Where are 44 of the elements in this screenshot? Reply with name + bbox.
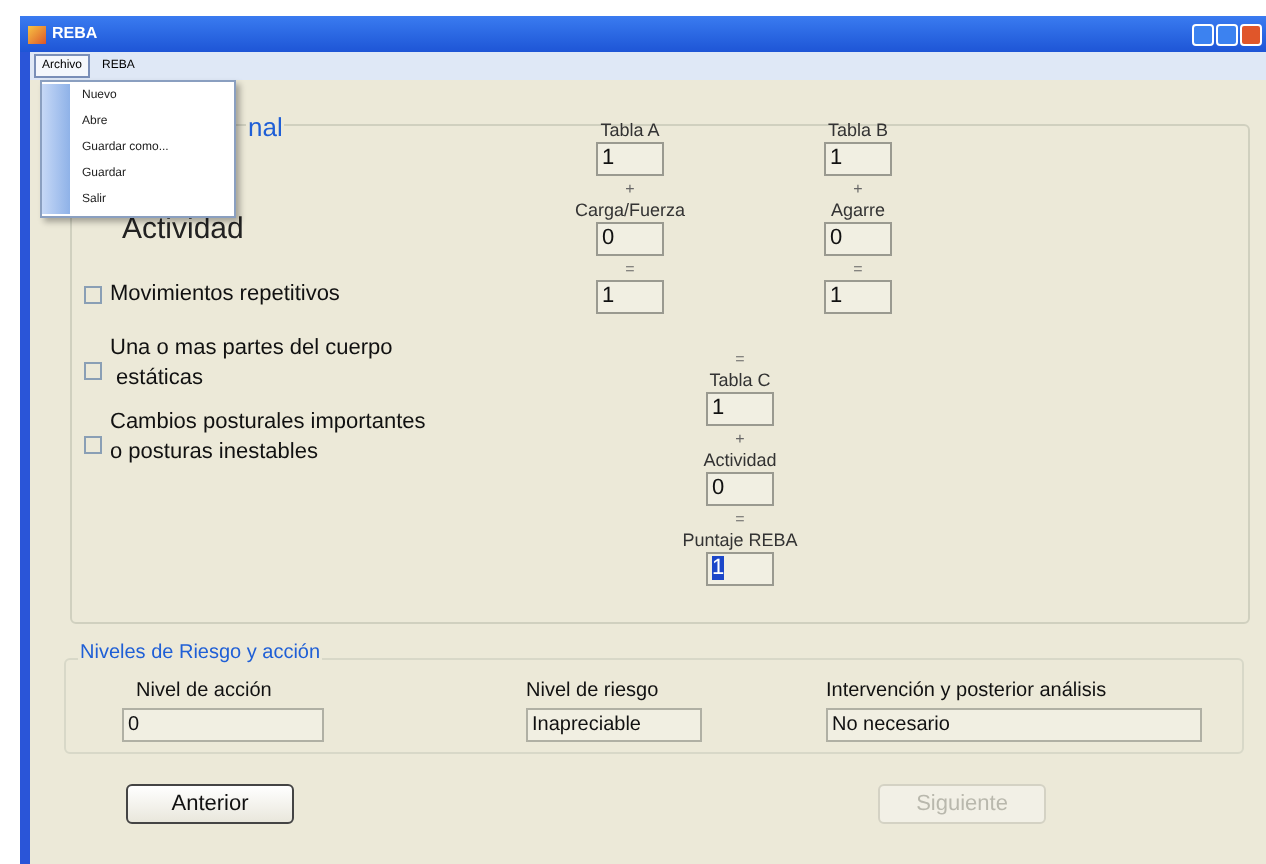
score-field[interactable]: 1 [706,392,774,426]
maximize-button[interactable] [1216,23,1238,45]
field-label: Nivel de acción [136,678,272,706]
window-title: REBA [52,22,98,46]
operator: + [735,430,745,450]
menu-icon-strip [42,84,70,214]
score-field[interactable]: 1 [824,280,892,314]
operator: = [853,260,863,280]
minimize-button[interactable] [1192,23,1214,45]
field-label: Tabla A [600,120,660,142]
checkbox-label: Una o mas partes del cuerpo estáticas [110,334,393,394]
field-label: Carga/Fuerza [574,200,686,222]
field-label: Intervención y posterior análisis [826,678,1107,706]
checkbox-label: Movimientos repetitivos [110,280,340,310]
operator: = [625,260,635,280]
operator: = [735,350,745,370]
checkbox-label: Cambios posturales importantes o posturas inestables [110,408,426,468]
score-field[interactable]: 1 [706,552,774,586]
field-label: Agarre [830,200,885,222]
checkbox[interactable] [84,435,102,453]
back-button[interactable]: Anterior [126,784,294,824]
group-title: Niveles de Riesgo y acción [78,638,323,668]
field-label: Tabla B [827,120,889,142]
score-field[interactable]: 0 [824,222,892,256]
field-label: Tabla C [709,370,771,392]
score-field[interactable]: 1 [596,142,664,176]
section-title: Actividad [122,210,244,250]
field-label: Nivel de riesgo [526,678,659,706]
output-field: No necesario [826,708,1202,742]
score-field[interactable]: 0 [706,472,774,506]
score-field[interactable]: 0 [596,222,664,256]
score-field[interactable]: 1 [824,142,892,176]
field-label: Puntaje REBA [682,530,798,552]
checkbox[interactable] [84,286,102,304]
score-field[interactable]: 1 [596,280,664,314]
app-icon [28,25,46,43]
operator: = [735,510,745,530]
field-label: Actividad [703,450,777,472]
output-field: 0 [122,708,324,742]
operator: + [625,180,635,200]
operator: + [853,180,863,200]
output-field: Inapreciable [526,708,702,742]
checkbox[interactable] [84,361,102,379]
close-button[interactable] [1240,23,1262,45]
